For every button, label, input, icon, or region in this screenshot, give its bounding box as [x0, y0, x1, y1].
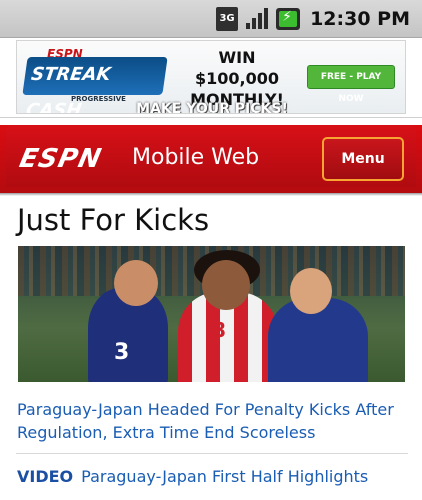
signal-strength-icon	[244, 7, 270, 31]
video-list-item[interactable]: VIDEO Paraguay-Japan First Half Highlight…	[17, 467, 417, 486]
page-title: Just For Kicks	[17, 203, 210, 237]
status-clock: 12:30 PM	[310, 7, 410, 30]
header-bar: ESPN Mobile Web Menu	[6, 125, 416, 187]
ad-headline-line1: WIN $100,000	[194, 48, 279, 88]
jersey-number: 8	[212, 318, 226, 342]
video-tag: VIDEO	[17, 467, 74, 486]
hero-image[interactable]: 3 8	[18, 246, 405, 382]
espn-logo[interactable]: ESPN	[17, 144, 105, 174]
streak-cash-logo: ESPN STREAK CASH PROGRESSIVE	[22, 47, 168, 113]
jersey-number: 3	[114, 340, 130, 365]
player-head	[114, 260, 158, 306]
ad-banner[interactable]: ESPN STREAK CASH PROGRESSIVE WIN $100,00…	[16, 40, 406, 114]
site-name: Mobile Web	[132, 145, 260, 170]
menu-button[interactable]: Menu	[322, 137, 404, 181]
ad-banner-container: ESPN STREAK CASH PROGRESSIVE WIN $100,00…	[0, 38, 422, 117]
ad-subline: MAKE YOUR PICKS!	[136, 101, 288, 114]
ad-play-now-button[interactable]: FREE - PLAY NOW	[307, 65, 395, 104]
site-header: ESPN Mobile Web Menu	[0, 117, 422, 193]
network-3g-icon: 3G	[216, 6, 239, 31]
list-divider	[16, 453, 408, 454]
player-head	[290, 268, 332, 314]
header-shadow	[0, 193, 422, 196]
player-head	[202, 260, 250, 310]
video-title-link[interactable]: Paraguay-Japan First Half Highlights	[81, 467, 368, 486]
status-bar: 3G 12:30 PM	[0, 0, 422, 38]
battery-charging-icon	[276, 7, 301, 30]
ad-logo-text: STREAK CASH	[22, 57, 168, 113]
story-headline-link[interactable]: Paraguay-Japan Headed For Penalty Kicks …	[17, 398, 409, 444]
